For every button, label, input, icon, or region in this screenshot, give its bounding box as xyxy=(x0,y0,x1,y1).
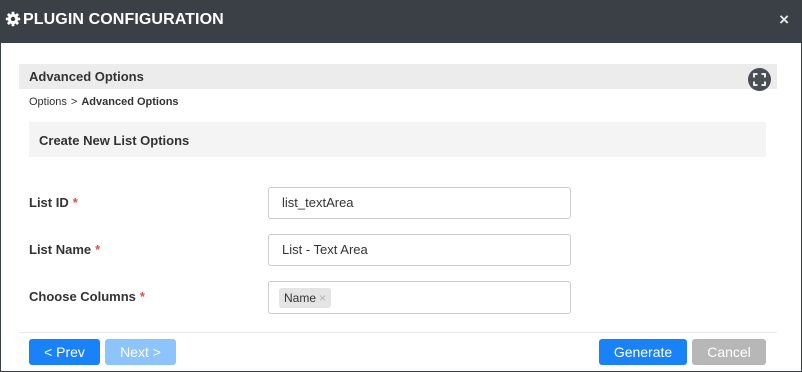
tag-remove-icon[interactable]: × xyxy=(319,291,326,305)
list-id-input[interactable]: list_textArea xyxy=(268,187,571,219)
list-name-input[interactable]: List - Text Area xyxy=(268,234,571,266)
footer-divider xyxy=(19,332,777,333)
required-mark: * xyxy=(139,289,145,304)
plugin-configuration-dialog: PLUGIN CONFIGURATION × Advanced Options … xyxy=(0,0,802,372)
fullscreen-button[interactable] xyxy=(748,68,771,91)
column-tag-label: Name xyxy=(284,291,317,305)
breadcrumb-separator: > xyxy=(70,96,78,108)
breadcrumb-item-current: Advanced Options xyxy=(81,96,179,108)
column-tag: Name × xyxy=(279,288,332,308)
section-title: Advanced Options xyxy=(29,69,144,84)
fullscreen-icon xyxy=(753,73,766,86)
generate-button[interactable]: Generate xyxy=(599,339,687,365)
required-mark: * xyxy=(72,195,78,210)
list-name-label: List Name * xyxy=(29,242,100,257)
list-name-label-text: List Name xyxy=(29,242,92,257)
section-header: Advanced Options xyxy=(19,64,777,89)
required-mark: * xyxy=(95,242,101,257)
subsection-title: Create New List Options xyxy=(39,133,190,148)
breadcrumb-item-options[interactable]: Options xyxy=(29,96,67,108)
dialog-titlebar: PLUGIN CONFIGURATION × xyxy=(1,1,801,43)
list-id-label: List ID * xyxy=(29,195,78,210)
gear-icon xyxy=(5,11,21,27)
dialog-title: PLUGIN CONFIGURATION xyxy=(23,11,224,28)
choose-columns-label: Choose Columns * xyxy=(29,289,145,304)
subsection-header: Create New List Options xyxy=(29,122,766,157)
breadcrumb: Options > Advanced Options xyxy=(29,96,179,108)
prev-button[interactable]: < Prev xyxy=(29,339,100,365)
choose-columns-label-text: Choose Columns xyxy=(29,289,136,304)
cancel-button[interactable]: Cancel xyxy=(692,339,766,365)
next-button[interactable]: Next > xyxy=(105,339,176,365)
close-icon[interactable]: × xyxy=(779,11,789,29)
list-id-label-text: List ID xyxy=(29,195,69,210)
